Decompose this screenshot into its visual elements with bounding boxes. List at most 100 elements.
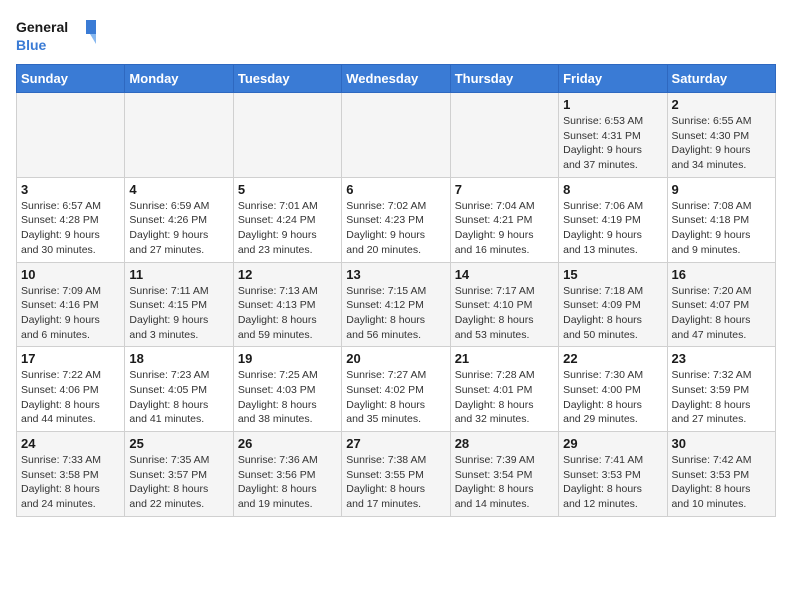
day-number: 19	[238, 351, 337, 366]
calendar-cell: 21 Sunrise: 7:28 AM Sunset: 4:01 PM Dayli…	[450, 347, 558, 432]
day-number: 11	[129, 267, 228, 282]
page-header: General Blue	[16, 16, 776, 56]
week-row-2: 3 Sunrise: 6:57 AM Sunset: 4:28 PM Daylig…	[17, 177, 776, 262]
day-info: Sunrise: 7:15 AM Sunset: 4:12 PM Dayligh…	[346, 284, 445, 343]
calendar-cell: 15Sunrise: 7:18 AM Sunset: 4:09 PM Dayli…	[559, 262, 667, 347]
calendar-cell: 6 Sunrise: 7:02 AM Sunset: 4:23 PM Daylig…	[342, 177, 450, 262]
calendar-cell	[233, 93, 341, 178]
day-info: Sunrise: 7:28 AM Sunset: 4:01 PM Dayligh…	[455, 368, 554, 427]
day-info: Sunrise: 7:38 AM Sunset: 3:55 PM Dayligh…	[346, 453, 445, 512]
day-info: Sunrise: 6:59 AM Sunset: 4:26 PM Dayligh…	[129, 199, 228, 258]
day-number: 28	[455, 436, 554, 451]
day-number: 10	[21, 267, 120, 282]
logo-icon: General Blue	[16, 16, 96, 56]
calendar-cell: 20 Sunrise: 7:27 AM Sunset: 4:02 PM Dayli…	[342, 347, 450, 432]
day-info: Sunrise: 6:53 AM Sunset: 4:31 PM Dayligh…	[563, 114, 662, 173]
column-header-sunday: Sunday	[17, 65, 125, 93]
day-info: Sunrise: 7:41 AM Sunset: 3:53 PM Dayligh…	[563, 453, 662, 512]
day-info: Sunrise: 7:08 AM Sunset: 4:18 PM Dayligh…	[672, 199, 771, 258]
calendar-cell	[450, 93, 558, 178]
calendar-cell: 11 Sunrise: 7:11 AM Sunset: 4:15 PM Dayli…	[125, 262, 233, 347]
calendar-cell: 24Sunrise: 7:33 AM Sunset: 3:58 PM Dayli…	[17, 432, 125, 517]
calendar-cell: 1 Sunrise: 6:53 AM Sunset: 4:31 PM Daylig…	[559, 93, 667, 178]
calendar-cell: 29 Sunrise: 7:41 AM Sunset: 3:53 PM Dayli…	[559, 432, 667, 517]
day-info: Sunrise: 7:25 AM Sunset: 4:03 PM Dayligh…	[238, 368, 337, 427]
column-header-wednesday: Wednesday	[342, 65, 450, 93]
calendar-cell: 27Sunrise: 7:38 AM Sunset: 3:55 PM Dayli…	[342, 432, 450, 517]
day-info: Sunrise: 6:55 AM Sunset: 4:30 PM Dayligh…	[672, 114, 771, 173]
calendar-cell: 30Sunrise: 7:42 AM Sunset: 3:53 PM Dayli…	[667, 432, 775, 517]
calendar-cell: 28 Sunrise: 7:39 AM Sunset: 3:54 PM Dayli…	[450, 432, 558, 517]
svg-text:Blue: Blue	[16, 37, 47, 53]
day-info: Sunrise: 7:23 AM Sunset: 4:05 PM Dayligh…	[129, 368, 228, 427]
calendar-cell: 23 Sunrise: 7:32 AM Sunset: 3:59 PM Dayli…	[667, 347, 775, 432]
day-number: 5	[238, 182, 337, 197]
day-number: 12	[238, 267, 337, 282]
day-number: 2	[672, 97, 771, 112]
day-info: Sunrise: 7:01 AM Sunset: 4:24 PM Dayligh…	[238, 199, 337, 258]
day-number: 3	[21, 182, 120, 197]
week-row-4: 17Sunrise: 7:22 AM Sunset: 4:06 PM Dayli…	[17, 347, 776, 432]
column-header-thursday: Thursday	[450, 65, 558, 93]
day-number: 21	[455, 351, 554, 366]
calendar-cell: 7 Sunrise: 7:04 AM Sunset: 4:21 PM Daylig…	[450, 177, 558, 262]
day-info: Sunrise: 7:13 AM Sunset: 4:13 PM Dayligh…	[238, 284, 337, 343]
day-number: 16	[672, 267, 771, 282]
day-number: 29	[563, 436, 662, 451]
calendar-cell: 10 Sunrise: 7:09 AM Sunset: 4:16 PM Dayli…	[17, 262, 125, 347]
day-number: 1	[563, 97, 662, 112]
calendar-cell: 26 Sunrise: 7:36 AM Sunset: 3:56 PM Dayli…	[233, 432, 341, 517]
calendar-table: SundayMondayTuesdayWednesdayThursdayFrid…	[16, 64, 776, 517]
week-row-3: 10 Sunrise: 7:09 AM Sunset: 4:16 PM Dayli…	[17, 262, 776, 347]
calendar-cell	[125, 93, 233, 178]
day-info: Sunrise: 7:02 AM Sunset: 4:23 PM Dayligh…	[346, 199, 445, 258]
calendar-cell: 4 Sunrise: 6:59 AM Sunset: 4:26 PM Daylig…	[125, 177, 233, 262]
day-info: Sunrise: 7:36 AM Sunset: 3:56 PM Dayligh…	[238, 453, 337, 512]
day-info: Sunrise: 7:30 AM Sunset: 4:00 PM Dayligh…	[563, 368, 662, 427]
day-info: Sunrise: 6:57 AM Sunset: 4:28 PM Dayligh…	[21, 199, 120, 258]
day-number: 30	[672, 436, 771, 451]
day-number: 17	[21, 351, 120, 366]
day-number: 18	[129, 351, 228, 366]
day-number: 13	[346, 267, 445, 282]
calendar-cell: 16 Sunrise: 7:20 AM Sunset: 4:07 PM Dayli…	[667, 262, 775, 347]
day-info: Sunrise: 7:09 AM Sunset: 4:16 PM Dayligh…	[21, 284, 120, 343]
calendar-cell: 14Sunrise: 7:17 AM Sunset: 4:10 PM Dayli…	[450, 262, 558, 347]
day-info: Sunrise: 7:27 AM Sunset: 4:02 PM Dayligh…	[346, 368, 445, 427]
logo: General Blue	[16, 16, 96, 56]
day-info: Sunrise: 7:04 AM Sunset: 4:21 PM Dayligh…	[455, 199, 554, 258]
calendar-cell	[17, 93, 125, 178]
day-number: 9	[672, 182, 771, 197]
day-info: Sunrise: 7:32 AM Sunset: 3:59 PM Dayligh…	[672, 368, 771, 427]
day-info: Sunrise: 7:35 AM Sunset: 3:57 PM Dayligh…	[129, 453, 228, 512]
calendar-cell	[342, 93, 450, 178]
calendar-cell: 9 Sunrise: 7:08 AM Sunset: 4:18 PM Daylig…	[667, 177, 775, 262]
column-header-tuesday: Tuesday	[233, 65, 341, 93]
day-number: 22	[563, 351, 662, 366]
calendar-cell: 8Sunrise: 7:06 AM Sunset: 4:19 PM Daylig…	[559, 177, 667, 262]
day-number: 6	[346, 182, 445, 197]
day-number: 26	[238, 436, 337, 451]
column-header-monday: Monday	[125, 65, 233, 93]
svg-text:General: General	[16, 19, 68, 35]
week-row-5: 24Sunrise: 7:33 AM Sunset: 3:58 PM Dayli…	[17, 432, 776, 517]
calendar-cell: 13 Sunrise: 7:15 AM Sunset: 4:12 PM Dayli…	[342, 262, 450, 347]
week-row-1: 1 Sunrise: 6:53 AM Sunset: 4:31 PM Daylig…	[17, 93, 776, 178]
day-number: 23	[672, 351, 771, 366]
day-info: Sunrise: 7:39 AM Sunset: 3:54 PM Dayligh…	[455, 453, 554, 512]
calendar-cell: 18 Sunrise: 7:23 AM Sunset: 4:05 PM Dayli…	[125, 347, 233, 432]
day-info: Sunrise: 7:20 AM Sunset: 4:07 PM Dayligh…	[672, 284, 771, 343]
column-header-saturday: Saturday	[667, 65, 775, 93]
calendar-cell: 12 Sunrise: 7:13 AM Sunset: 4:13 PM Dayli…	[233, 262, 341, 347]
header-row: SundayMondayTuesdayWednesdayThursdayFrid…	[17, 65, 776, 93]
calendar-cell: 3 Sunrise: 6:57 AM Sunset: 4:28 PM Daylig…	[17, 177, 125, 262]
day-number: 4	[129, 182, 228, 197]
day-number: 7	[455, 182, 554, 197]
day-number: 14	[455, 267, 554, 282]
day-number: 20	[346, 351, 445, 366]
calendar-cell: 19 Sunrise: 7:25 AM Sunset: 4:03 PM Dayli…	[233, 347, 341, 432]
day-number: 24	[21, 436, 120, 451]
day-info: Sunrise: 7:11 AM Sunset: 4:15 PM Dayligh…	[129, 284, 228, 343]
calendar-cell: 22 Sunrise: 7:30 AM Sunset: 4:00 PM Dayli…	[559, 347, 667, 432]
day-number: 15	[563, 267, 662, 282]
